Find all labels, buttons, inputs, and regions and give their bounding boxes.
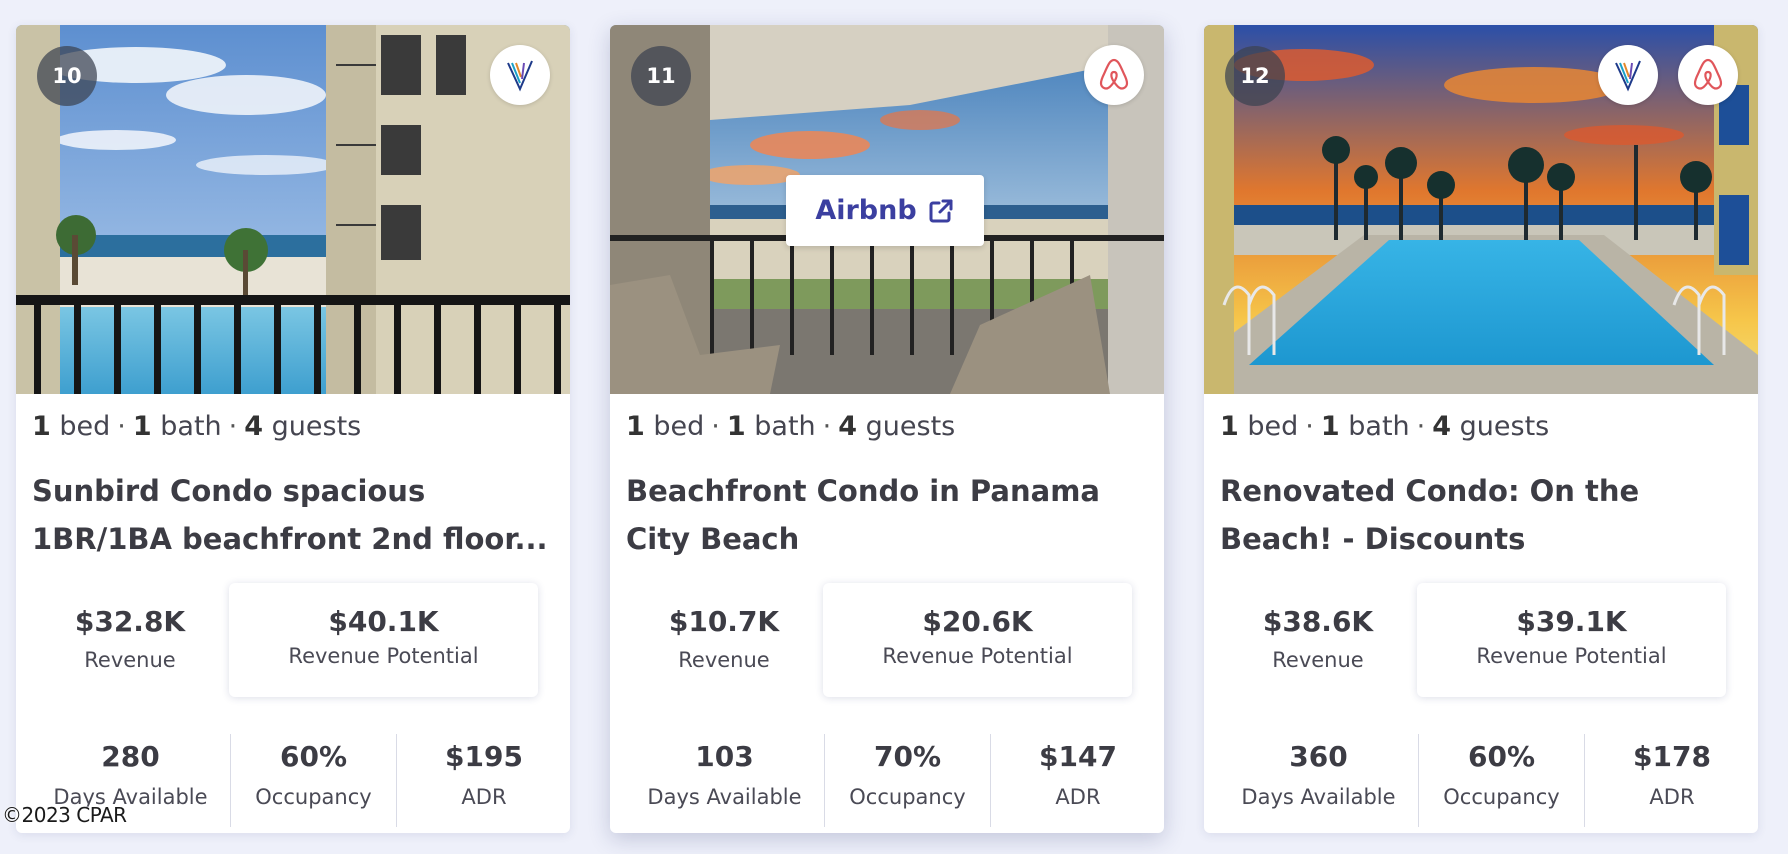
vrbo-icon[interactable] bbox=[490, 45, 550, 105]
listing-photo[interactable] bbox=[16, 25, 570, 394]
stat-label: ADR bbox=[461, 785, 507, 809]
revenue-potential-box: $40.1K Revenue Potential bbox=[229, 583, 538, 697]
stats-row: 360 Days Available 60% Occupancy $178 AD… bbox=[1204, 734, 1758, 827]
revenue-potential-box: $20.6K Revenue Potential bbox=[823, 583, 1132, 697]
airbnb-icon[interactable] bbox=[1678, 45, 1738, 105]
occupancy-stat: 70% Occupancy bbox=[824, 734, 990, 827]
revenue-value: $10.7K bbox=[668, 605, 780, 638]
revenue-label: Revenue bbox=[1272, 648, 1364, 672]
stat-label: Occupancy bbox=[849, 785, 966, 809]
listing-title[interactable]: Beachfront Condo in Panama City Beach bbox=[626, 467, 1150, 563]
vrbo-icon[interactable] bbox=[1598, 45, 1658, 105]
revenue-potential-value: $20.6K bbox=[922, 605, 1033, 638]
occupancy-stat: 60% Occupancy bbox=[230, 734, 396, 827]
airbnb-link-button[interactable]: Airbnb bbox=[786, 175, 984, 246]
adr-stat: $147 ADR bbox=[990, 734, 1164, 827]
listing-title[interactable]: Renovated Condo: On the Beach! - Discoun… bbox=[1220, 467, 1744, 563]
stat-label: ADR bbox=[1055, 785, 1101, 809]
revenue-potential-label: Revenue Potential bbox=[1476, 644, 1667, 668]
listing-card[interactable]: 12 1 bed · 1 bath · 4 guests Renovated Condo… bbox=[1204, 25, 1758, 833]
external-link-icon bbox=[929, 199, 953, 222]
stat-label: Occupancy bbox=[255, 785, 372, 809]
stat-value: $195 bbox=[445, 740, 523, 773]
revenue-potential-box: $39.1K Revenue Potential bbox=[1417, 583, 1726, 697]
stat-label: Occupancy bbox=[1443, 785, 1560, 809]
rank-badge: 12 bbox=[1225, 46, 1285, 106]
listing-card[interactable]: 11 Airbnb 1 bed · 1 bath · 4 guests Beachfro… bbox=[610, 25, 1164, 833]
listing-card[interactable]: 10 1 bed · 1 bath · 4 guests Sunbird Condo s… bbox=[16, 25, 570, 833]
stat-value: 280 bbox=[101, 740, 160, 773]
occupancy-stat: 60% Occupancy bbox=[1418, 734, 1584, 827]
stats-row: 103 Days Available 70% Occupancy $147 AD… bbox=[610, 734, 1164, 827]
revenue-potential-label: Revenue Potential bbox=[288, 644, 479, 668]
stat-value: 70% bbox=[873, 740, 942, 773]
adr-stat: $195 ADR bbox=[396, 734, 570, 827]
listing-title[interactable]: Sunbird Condo spacious 1BR/1BA beachfron… bbox=[32, 467, 556, 563]
revenue-label: Revenue bbox=[678, 648, 770, 672]
revenue-potential-value: $40.1K bbox=[328, 605, 439, 638]
airbnb-link-label: Airbnb bbox=[815, 195, 917, 226]
copyright-watermark: ©2023 CPAR bbox=[2, 803, 127, 827]
revenue-metric: $10.7K Revenue bbox=[626, 583, 822, 698]
stat-value: 60% bbox=[279, 740, 348, 773]
listing-specs: 1 bed · 1 bath · 4 guests bbox=[1220, 411, 1550, 442]
rank-badge: 10 bbox=[37, 46, 97, 106]
stat-value: 103 bbox=[695, 740, 754, 773]
revenue-label: Revenue bbox=[84, 648, 176, 672]
revenue-potential-value: $39.1K bbox=[1516, 605, 1627, 638]
listing-specs: 1 bed · 1 bath · 4 guests bbox=[32, 411, 362, 442]
days-available-stat: 103 Days Available bbox=[626, 734, 823, 827]
stat-label: Days Available bbox=[647, 785, 802, 809]
listing-specs: 1 bed · 1 bath · 4 guests bbox=[626, 411, 956, 442]
stat-value: $178 bbox=[1633, 740, 1711, 773]
listing-photo[interactable] bbox=[1204, 25, 1758, 394]
stat-value: 60% bbox=[1467, 740, 1536, 773]
stat-label: ADR bbox=[1649, 785, 1695, 809]
revenue-metric: $38.6K Revenue bbox=[1220, 583, 1416, 698]
stat-label: Days Available bbox=[1241, 785, 1396, 809]
revenue-value: $32.8K bbox=[74, 605, 186, 638]
rank-badge: 11 bbox=[631, 46, 691, 106]
adr-stat: $178 ADR bbox=[1584, 734, 1758, 827]
revenue-potential-label: Revenue Potential bbox=[882, 644, 1073, 668]
stat-value: 360 bbox=[1289, 740, 1348, 773]
stat-value: $147 bbox=[1039, 740, 1117, 773]
airbnb-icon[interactable] bbox=[1084, 45, 1144, 105]
revenue-value: $38.6K bbox=[1262, 605, 1374, 638]
days-available-stat: 360 Days Available bbox=[1220, 734, 1417, 827]
revenue-metric: $32.8K Revenue bbox=[32, 583, 228, 698]
